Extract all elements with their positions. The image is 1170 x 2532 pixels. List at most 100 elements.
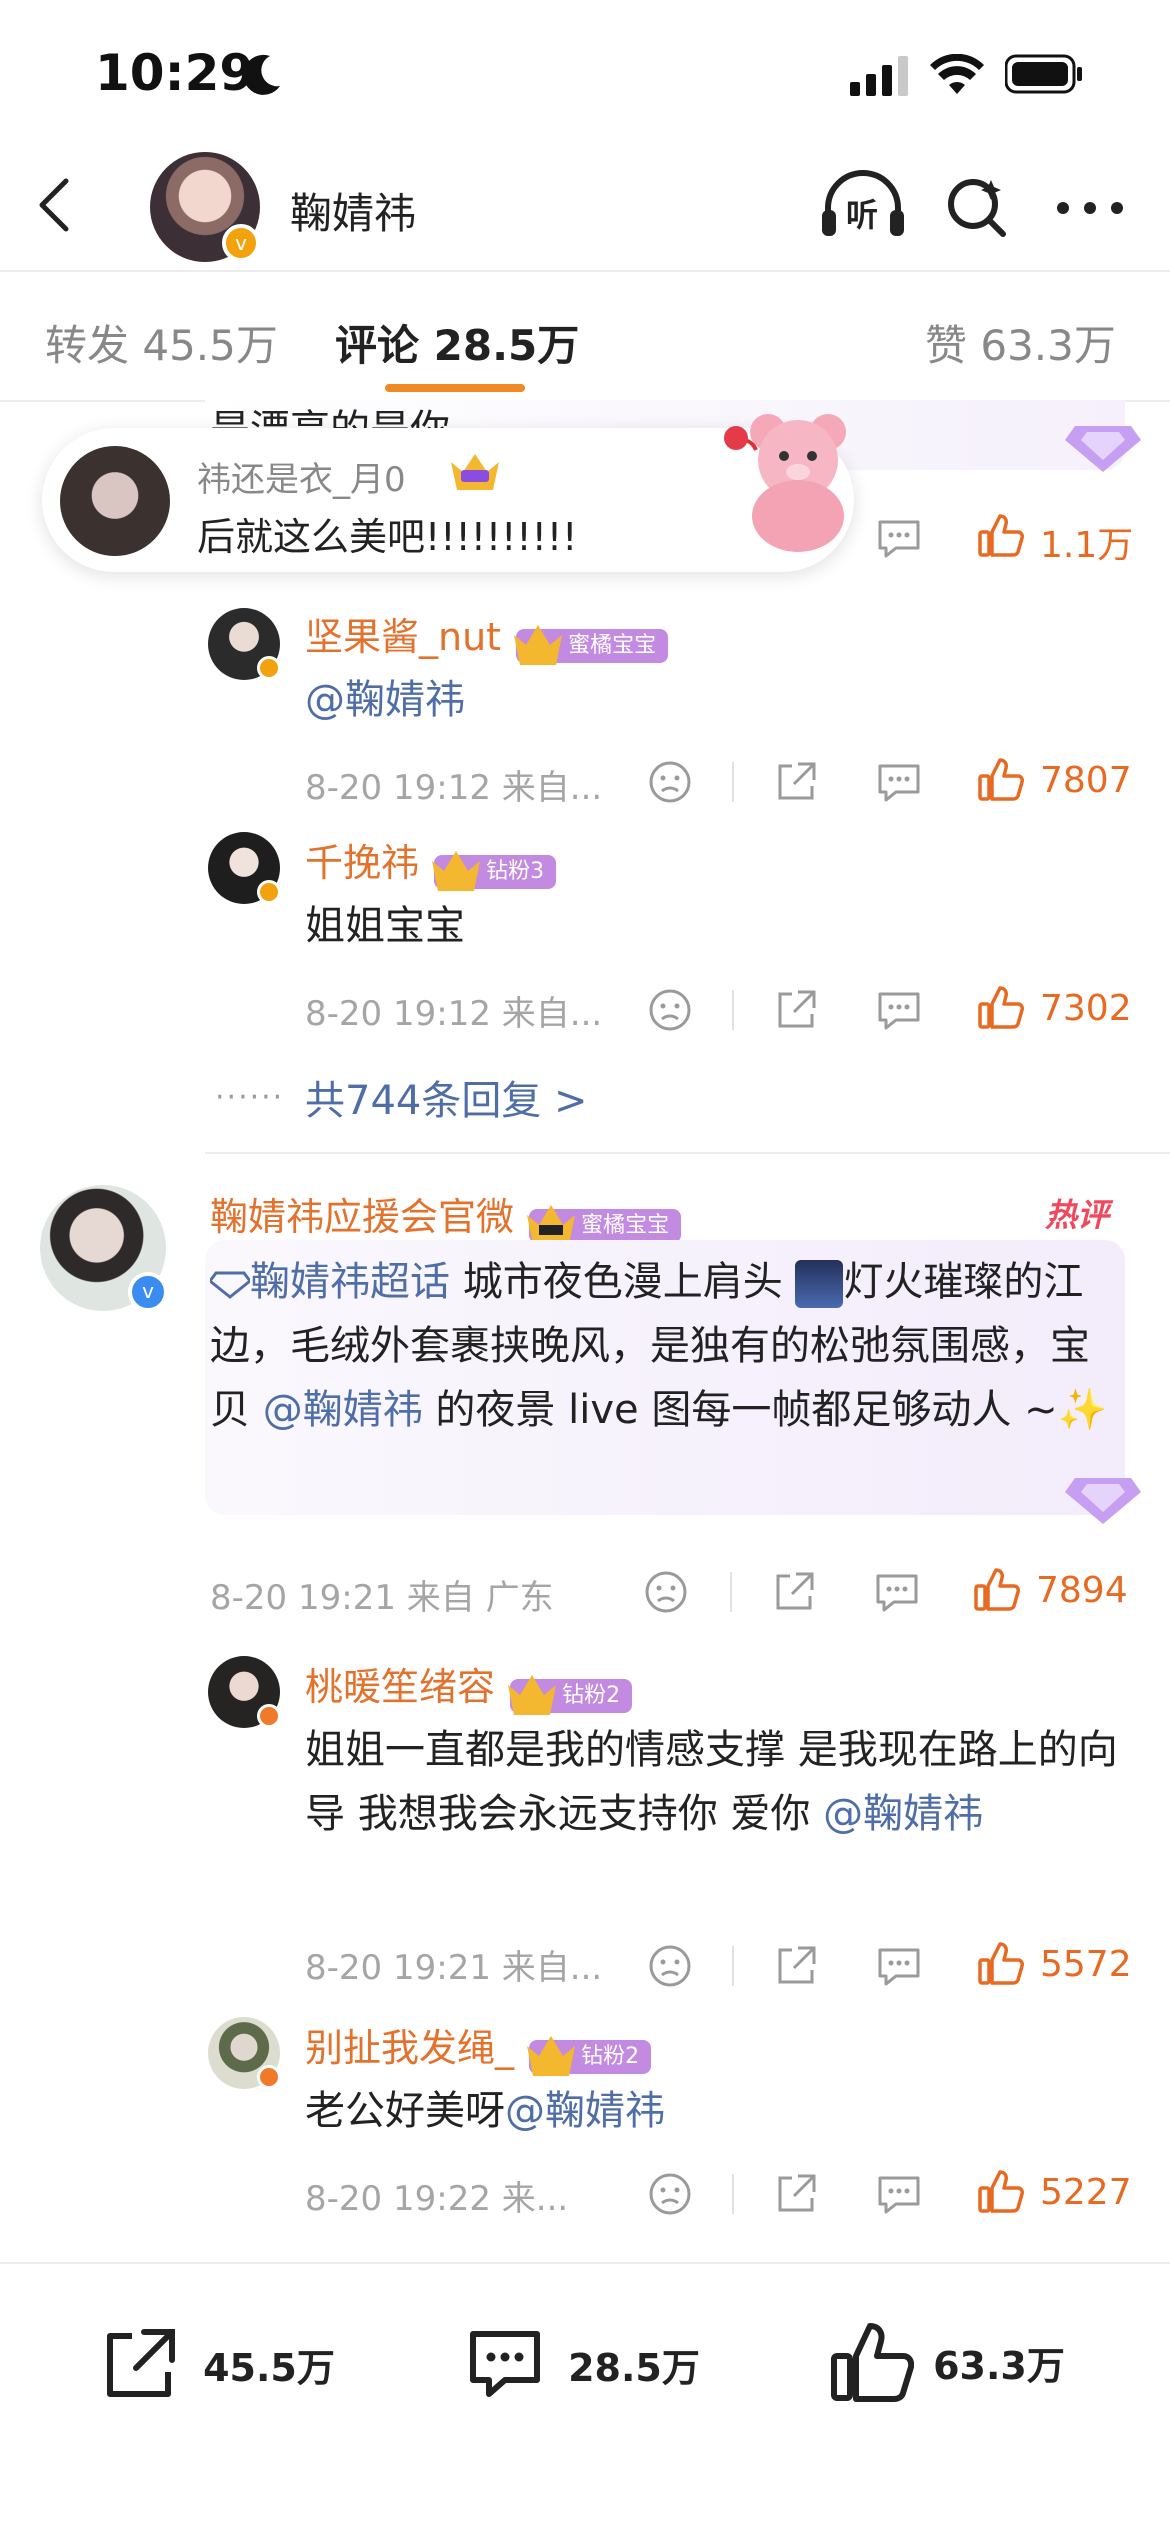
listen-button[interactable]: 听: [820, 170, 906, 240]
bottom-comment-button[interactable]: 28.5万: [465, 2324, 700, 2404]
reply-icon[interactable]: [876, 1946, 922, 1988]
floating-text: 后就这么美吧!!!!!!!!!!: [197, 515, 578, 559]
bottom-repost-count: 45.5万: [203, 2345, 335, 2390]
mention-link[interactable]: @鞠婧祎: [823, 1791, 983, 1837]
reply-icon[interactable]: [876, 518, 922, 560]
mention-link[interactable]: @鞠婧祎: [505, 2088, 665, 2134]
share-icon[interactable]: [774, 2172, 818, 2216]
fan-badge: 蜜橘宝宝: [514, 624, 669, 665]
reply-text: 老公好美呀@鞠婧祎: [305, 2088, 665, 2134]
fan-badge: 蜜橘宝宝: [527, 1204, 682, 1245]
reply-like-count[interactable]: 7302: [1040, 988, 1132, 1029]
comment-icon: [470, 2331, 540, 2397]
pinned-like-count[interactable]: 1.1万: [1040, 516, 1133, 568]
tab-bar: 转发 45.5万 评论 28.5万 赞 63.3万: [0, 272, 1170, 402]
nav-header: v 鞠婧祎 听: [0, 140, 1170, 272]
bottom-action-bar: 45.5万 28.5万 63.3万: [0, 2262, 1170, 2532]
action-divider: [730, 1572, 732, 1612]
share-icon[interactable]: [772, 1570, 816, 1614]
tab-repost[interactable]: 转发 45.5万: [45, 312, 278, 373]
bottom-comment-count: 28.5万: [568, 2345, 700, 2390]
diamond-icon: [1065, 1478, 1141, 1524]
action-divider: [732, 1946, 734, 1986]
action-divider: [732, 762, 734, 802]
like-icon[interactable]: [978, 2168, 1024, 2214]
supertopic-link[interactable]: 鞠婧祎超话: [250, 1259, 450, 1305]
reply-username[interactable]: 桃暖笙绪容: [305, 1665, 495, 1709]
avatar-badge-icon: [257, 1704, 281, 1728]
like-icon[interactable]: [978, 512, 1024, 558]
moon-icon: [243, 54, 280, 95]
search-icon[interactable]: [945, 176, 1009, 240]
partial-comment-text: 是漂亮的是你: [210, 407, 450, 430]
reply-username[interactable]: 别扯我发绳_: [305, 2026, 514, 2070]
reply-actions: 5572: [640, 1940, 1170, 2000]
wifi-icon: [930, 54, 984, 94]
reply-like-count[interactable]: 5227: [1040, 2172, 1132, 2213]
like-icon: [831, 2323, 915, 2402]
floating-username: 祎还是衣_月0: [197, 460, 406, 500]
verified-badge-icon: v: [222, 224, 260, 262]
reply-actions: 5227: [640, 2168, 1170, 2228]
share-icon[interactable]: [774, 760, 818, 804]
more-replies-link[interactable]: 共744条回复 >: [305, 1068, 588, 1126]
reply-icon[interactable]: [876, 762, 922, 804]
divider: [205, 1152, 1170, 1154]
like-icon[interactable]: [978, 756, 1024, 802]
reply-like-count[interactable]: 7807: [1040, 760, 1132, 801]
status-time: 10:29: [95, 44, 255, 102]
dislike-face-icon[interactable]: [648, 988, 692, 1032]
verified-badge-icon: v: [128, 1272, 168, 1312]
reply-text: @鞠婧祎: [305, 677, 465, 723]
dislike-face-icon[interactable]: [648, 2172, 692, 2216]
teddy-bear-icon: [724, 414, 846, 552]
tab-like[interactable]: 赞 63.3万: [925, 312, 1116, 373]
status-bar: 10:29: [0, 0, 1170, 140]
reply-icon[interactable]: [876, 2174, 922, 2216]
reply-time: 8-20 19:21 来自...: [305, 1948, 603, 1988]
avatar-badge-icon: [257, 880, 281, 904]
supertopic-icon: [207, 1271, 253, 1299]
reply-icon[interactable]: [874, 1572, 920, 1614]
share-icon[interactable]: [774, 1944, 818, 1988]
comment-like-count[interactable]: 7894: [1036, 1570, 1128, 1611]
bottom-like-count: 63.3万: [933, 2343, 1065, 2388]
bottom-like-button[interactable]: 63.3万: [830, 2320, 1065, 2406]
reply-username[interactable]: 千挽祎: [305, 841, 419, 885]
crown-icon: [508, 1674, 557, 1715]
action-divider: [732, 2174, 734, 2214]
floating-avatar: [60, 446, 170, 556]
reply-username[interactable]: 坚果酱_nut: [305, 615, 501, 659]
dislike-face-icon[interactable]: [648, 1944, 692, 1988]
reply-time: 8-20 19:22 来...: [305, 2179, 569, 2219]
bottom-repost-button[interactable]: 45.5万: [100, 2324, 335, 2404]
like-icon[interactable]: [978, 984, 1024, 1030]
crown-icon: [527, 2035, 576, 2076]
tab-comment[interactable]: 评论 28.5万: [335, 312, 579, 373]
share-icon[interactable]: [774, 988, 818, 1032]
reply-item: 桃暖笙绪容 钻粉2 姐姐一直都是我的情感支撑 是我现在路上的向导 我想我会永远支…: [205, 1652, 1170, 1988]
more-icon[interactable]: [1055, 200, 1125, 216]
mention-link[interactable]: @鞠婧祎: [263, 1387, 423, 1433]
dislike-face-icon[interactable]: [648, 760, 692, 804]
like-icon[interactable]: [974, 1566, 1020, 1612]
fan-badge: 钻粉3: [432, 850, 557, 891]
reply-like-count[interactable]: 5572: [1040, 1944, 1132, 1985]
back-arrow-icon[interactable]: [30, 175, 80, 235]
crown-icon: [514, 624, 563, 665]
comment-username[interactable]: 鞠婧祎应援会官微: [210, 1195, 514, 1239]
like-icon[interactable]: [978, 1940, 1024, 1986]
hot-comment-tag: 热评: [1045, 1196, 1110, 1234]
battery-icon: [1005, 54, 1082, 94]
floating-user-card[interactable]: 祎还是衣_月0 后就这么美吧!!!!!!!!!!: [42, 414, 854, 572]
tab-active-indicator: [385, 384, 525, 392]
header-username[interactable]: 鞠婧祎: [290, 180, 416, 241]
city-night-emoji: [795, 1260, 844, 1308]
fan-badge: 钻粉2: [527, 2035, 652, 2076]
reply-time: 8-20 19:12 来自...: [305, 994, 603, 1034]
diamond-icon: [1065, 426, 1141, 472]
dislike-face-icon[interactable]: [644, 1570, 688, 1614]
reply-icon[interactable]: [876, 990, 922, 1032]
reply-actions: 7302: [640, 984, 1170, 1044]
more-replies-dots: ······: [215, 1080, 285, 1115]
